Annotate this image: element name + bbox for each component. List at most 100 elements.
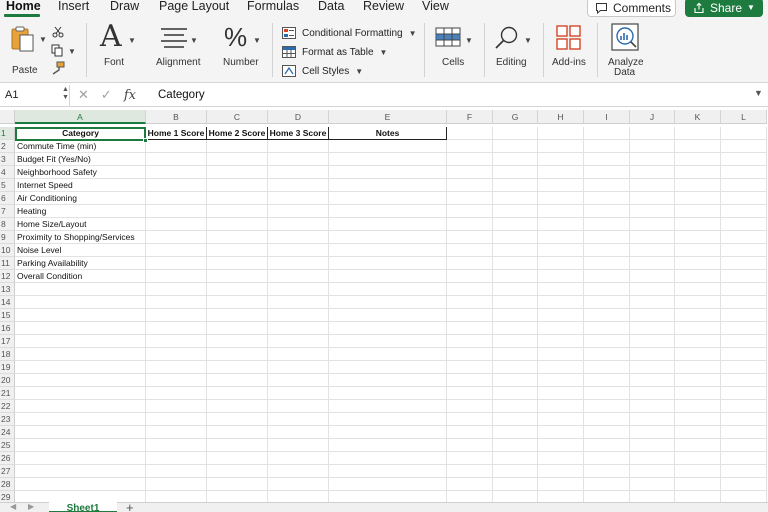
cell-d18[interactable] — [268, 348, 329, 361]
cell-l2[interactable] — [721, 140, 767, 153]
cell-h12[interactable] — [538, 270, 584, 283]
expand-formula-bar-icon[interactable]: ▼ — [754, 88, 763, 98]
cell-j28[interactable] — [630, 478, 675, 491]
cell-j15[interactable] — [630, 309, 675, 322]
cell-e4[interactable] — [329, 166, 447, 179]
cell-h10[interactable] — [538, 244, 584, 257]
cell-g12[interactable] — [493, 270, 538, 283]
cell-i20[interactable] — [584, 374, 630, 387]
cell-e13[interactable] — [329, 283, 447, 296]
cell-g7[interactable] — [493, 205, 538, 218]
cell-c25[interactable] — [207, 439, 268, 452]
cell-b24[interactable] — [146, 426, 207, 439]
cell-h11[interactable] — [538, 257, 584, 270]
cell-d22[interactable] — [268, 400, 329, 413]
cancel-icon[interactable]: ✕ — [78, 87, 89, 103]
editing-group[interactable]: ▼ Editing — [488, 17, 540, 83]
cell-l25[interactable] — [721, 439, 767, 452]
cell-f19[interactable] — [447, 361, 493, 374]
cell-b2[interactable] — [146, 140, 207, 153]
cell-f9[interactable] — [447, 231, 493, 244]
cell-k1[interactable] — [675, 127, 721, 140]
column-header-i[interactable]: I — [584, 110, 630, 124]
cell-l18[interactable] — [721, 348, 767, 361]
cell-e14[interactable] — [329, 296, 447, 309]
cell-i18[interactable] — [584, 348, 630, 361]
cell-h13[interactable] — [538, 283, 584, 296]
cell-k4[interactable] — [675, 166, 721, 179]
tab-home[interactable]: Home — [6, 0, 41, 13]
cell-d6[interactable] — [268, 192, 329, 205]
tab-review[interactable]: Review — [363, 0, 404, 13]
cell-h15[interactable] — [538, 309, 584, 322]
cell-i13[interactable] — [584, 283, 630, 296]
cell-f7[interactable] — [447, 205, 493, 218]
row-header[interactable]: 5 — [0, 179, 15, 192]
cell-d23[interactable] — [268, 413, 329, 426]
row-header[interactable]: 15 — [0, 309, 15, 322]
cell-k18[interactable] — [675, 348, 721, 361]
cell-i3[interactable] — [584, 153, 630, 166]
row-header[interactable]: 23 — [0, 413, 15, 426]
cell-i9[interactable] — [584, 231, 630, 244]
cell-l21[interactable] — [721, 387, 767, 400]
cell-c3[interactable] — [207, 153, 268, 166]
share-button[interactable]: Share ▼ — [685, 0, 763, 17]
cell-l27[interactable] — [721, 465, 767, 478]
cell-d20[interactable] — [268, 374, 329, 387]
header-cell-c[interactable]: Home 2 Score — [207, 127, 268, 140]
cell-e9[interactable] — [329, 231, 447, 244]
cell-b20[interactable] — [146, 374, 207, 387]
row-header[interactable]: 16 — [0, 322, 15, 335]
cell-c8[interactable] — [207, 218, 268, 231]
cell-b3[interactable] — [146, 153, 207, 166]
cell-j23[interactable] — [630, 413, 675, 426]
cell-g11[interactable] — [493, 257, 538, 270]
row-header[interactable]: 1 — [0, 127, 15, 140]
category-cell[interactable]: Overall Condition — [15, 270, 146, 283]
cell-h14[interactable] — [538, 296, 584, 309]
cell-e10[interactable] — [329, 244, 447, 257]
cell-e8[interactable] — [329, 218, 447, 231]
cell-l29[interactable] — [721, 491, 767, 502]
cell-l3[interactable] — [721, 153, 767, 166]
cell-d21[interactable] — [268, 387, 329, 400]
cell-a20[interactable] — [15, 374, 146, 387]
cell-b22[interactable] — [146, 400, 207, 413]
cell-d28[interactable] — [268, 478, 329, 491]
number-group[interactable]: % ▼ Number — [218, 17, 268, 83]
cell-g4[interactable] — [493, 166, 538, 179]
cell-l6[interactable] — [721, 192, 767, 205]
row-header[interactable]: 12 — [0, 270, 15, 283]
cell-d5[interactable] — [268, 179, 329, 192]
cell-f29[interactable] — [447, 491, 493, 502]
cell-f24[interactable] — [447, 426, 493, 439]
select-all-corner[interactable] — [0, 110, 15, 124]
cell-k27[interactable] — [675, 465, 721, 478]
cell-b25[interactable] — [146, 439, 207, 452]
copy-icon[interactable] — [51, 44, 65, 57]
cell-l15[interactable] — [721, 309, 767, 322]
cell-d16[interactable] — [268, 322, 329, 335]
cell-c7[interactable] — [207, 205, 268, 218]
cell-j8[interactable] — [630, 218, 675, 231]
cell-i11[interactable] — [584, 257, 630, 270]
cell-b12[interactable] — [146, 270, 207, 283]
category-cell[interactable]: Noise Level — [15, 244, 146, 257]
cell-c10[interactable] — [207, 244, 268, 257]
cell-b23[interactable] — [146, 413, 207, 426]
cell-h28[interactable] — [538, 478, 584, 491]
cell-f2[interactable] — [447, 140, 493, 153]
cell-j21[interactable] — [630, 387, 675, 400]
cell-k7[interactable] — [675, 205, 721, 218]
tab-view[interactable]: View — [422, 0, 449, 13]
header-cell-e[interactable]: Notes — [329, 127, 447, 140]
insert-function-icon[interactable]: fx — [124, 88, 136, 103]
header-cell-d[interactable]: Home 3 Score — [268, 127, 329, 140]
cell-l20[interactable] — [721, 374, 767, 387]
cell-g21[interactable] — [493, 387, 538, 400]
cell-i25[interactable] — [584, 439, 630, 452]
cell-k20[interactable] — [675, 374, 721, 387]
cell-f16[interactable] — [447, 322, 493, 335]
cell-h5[interactable] — [538, 179, 584, 192]
